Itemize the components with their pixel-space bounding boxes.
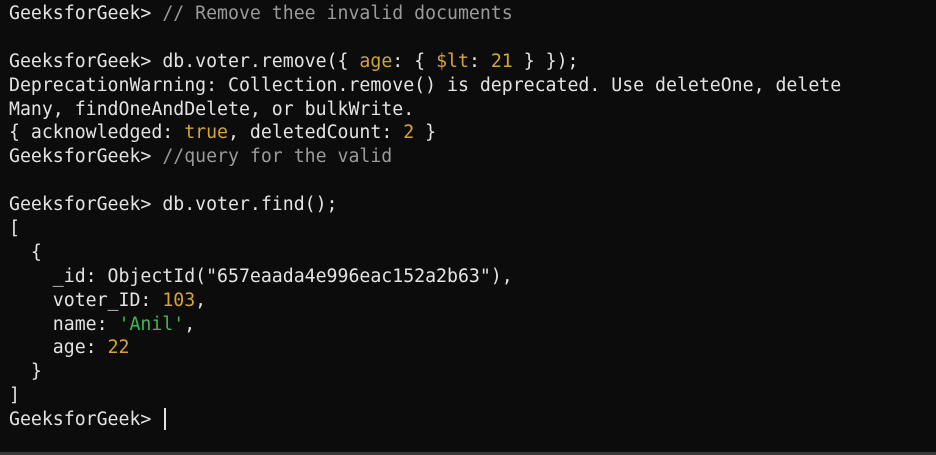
operator-key: $lt	[436, 50, 469, 72]
result-line: _id: ObjectId("657eaada4e996eac152a2b63"…	[9, 265, 513, 287]
result-line: ]	[9, 385, 20, 407]
terminal-line: GeeksforGeek> //query for the valid	[9, 145, 936, 169]
shell-prompt: GeeksforGeek>	[9, 146, 152, 168]
result-line: }	[9, 361, 42, 383]
result-text: { acknowledged:	[9, 122, 185, 144]
number-value: 21	[490, 50, 513, 72]
command-text: db.voter.remove({	[162, 50, 360, 72]
warning-line: DeprecationWarning: Collection.remove() …	[9, 74, 842, 96]
shell-prompt: GeeksforGeek>	[9, 409, 152, 431]
result-line: {	[9, 241, 42, 263]
result-line: age: 22	[9, 336, 936, 360]
shell-prompt: GeeksforGeek>	[9, 194, 152, 216]
result-text: age:	[9, 337, 108, 359]
command-text: db.voter.find();	[162, 194, 338, 216]
shell-prompt: GeeksforGeek>	[9, 50, 152, 72]
command-text: } });	[512, 50, 579, 72]
terminal-input-line[interactable]: GeeksforGeek>	[9, 408, 936, 432]
terminal-output: GeeksforGeek> // Remove thee invalid doc…	[9, 2, 936, 432]
result-line: voter_ID: 103,	[9, 289, 936, 313]
boolean-value: true	[184, 122, 229, 144]
result-line: name: 'Anil',	[9, 313, 936, 337]
command-text: :	[468, 50, 491, 72]
command-text: : {	[392, 50, 437, 72]
string-value: 'Anil'	[118, 313, 185, 335]
number-value: 103	[162, 289, 196, 311]
result-line: [	[9, 218, 20, 240]
warning-line: Many, findOneAndDelete, or bulkWrite.	[9, 98, 415, 120]
terminal-window[interactable]: GeeksforGeek> // Remove thee invalid doc…	[0, 0, 936, 455]
number-value: 22	[107, 337, 130, 359]
comment-text: //query for the valid	[162, 146, 393, 168]
terminal-line: GeeksforGeek> db.voter.find();	[9, 193, 936, 217]
result-text: voter_ID:	[9, 289, 163, 311]
result-line: { acknowledged: true, deletedCount: 2 }	[9, 121, 936, 145]
terminal-line: GeeksforGeek> // Remove thee invalid doc…	[9, 2, 936, 26]
shell-prompt: GeeksforGeek>	[9, 3, 152, 24]
number-value: 2	[403, 122, 415, 144]
result-text: ,	[184, 313, 196, 335]
comment-text: // Remove thee invalid documents	[162, 3, 513, 24]
result-text: ,	[195, 289, 207, 311]
text-cursor	[164, 408, 167, 431]
result-text: , deletedCount:	[228, 122, 404, 144]
result-text: name:	[9, 313, 119, 335]
result-text: }	[414, 122, 437, 144]
field-key: age	[359, 50, 393, 72]
terminal-line: GeeksforGeek> db.voter.remove({ age: { $…	[9, 50, 936, 74]
